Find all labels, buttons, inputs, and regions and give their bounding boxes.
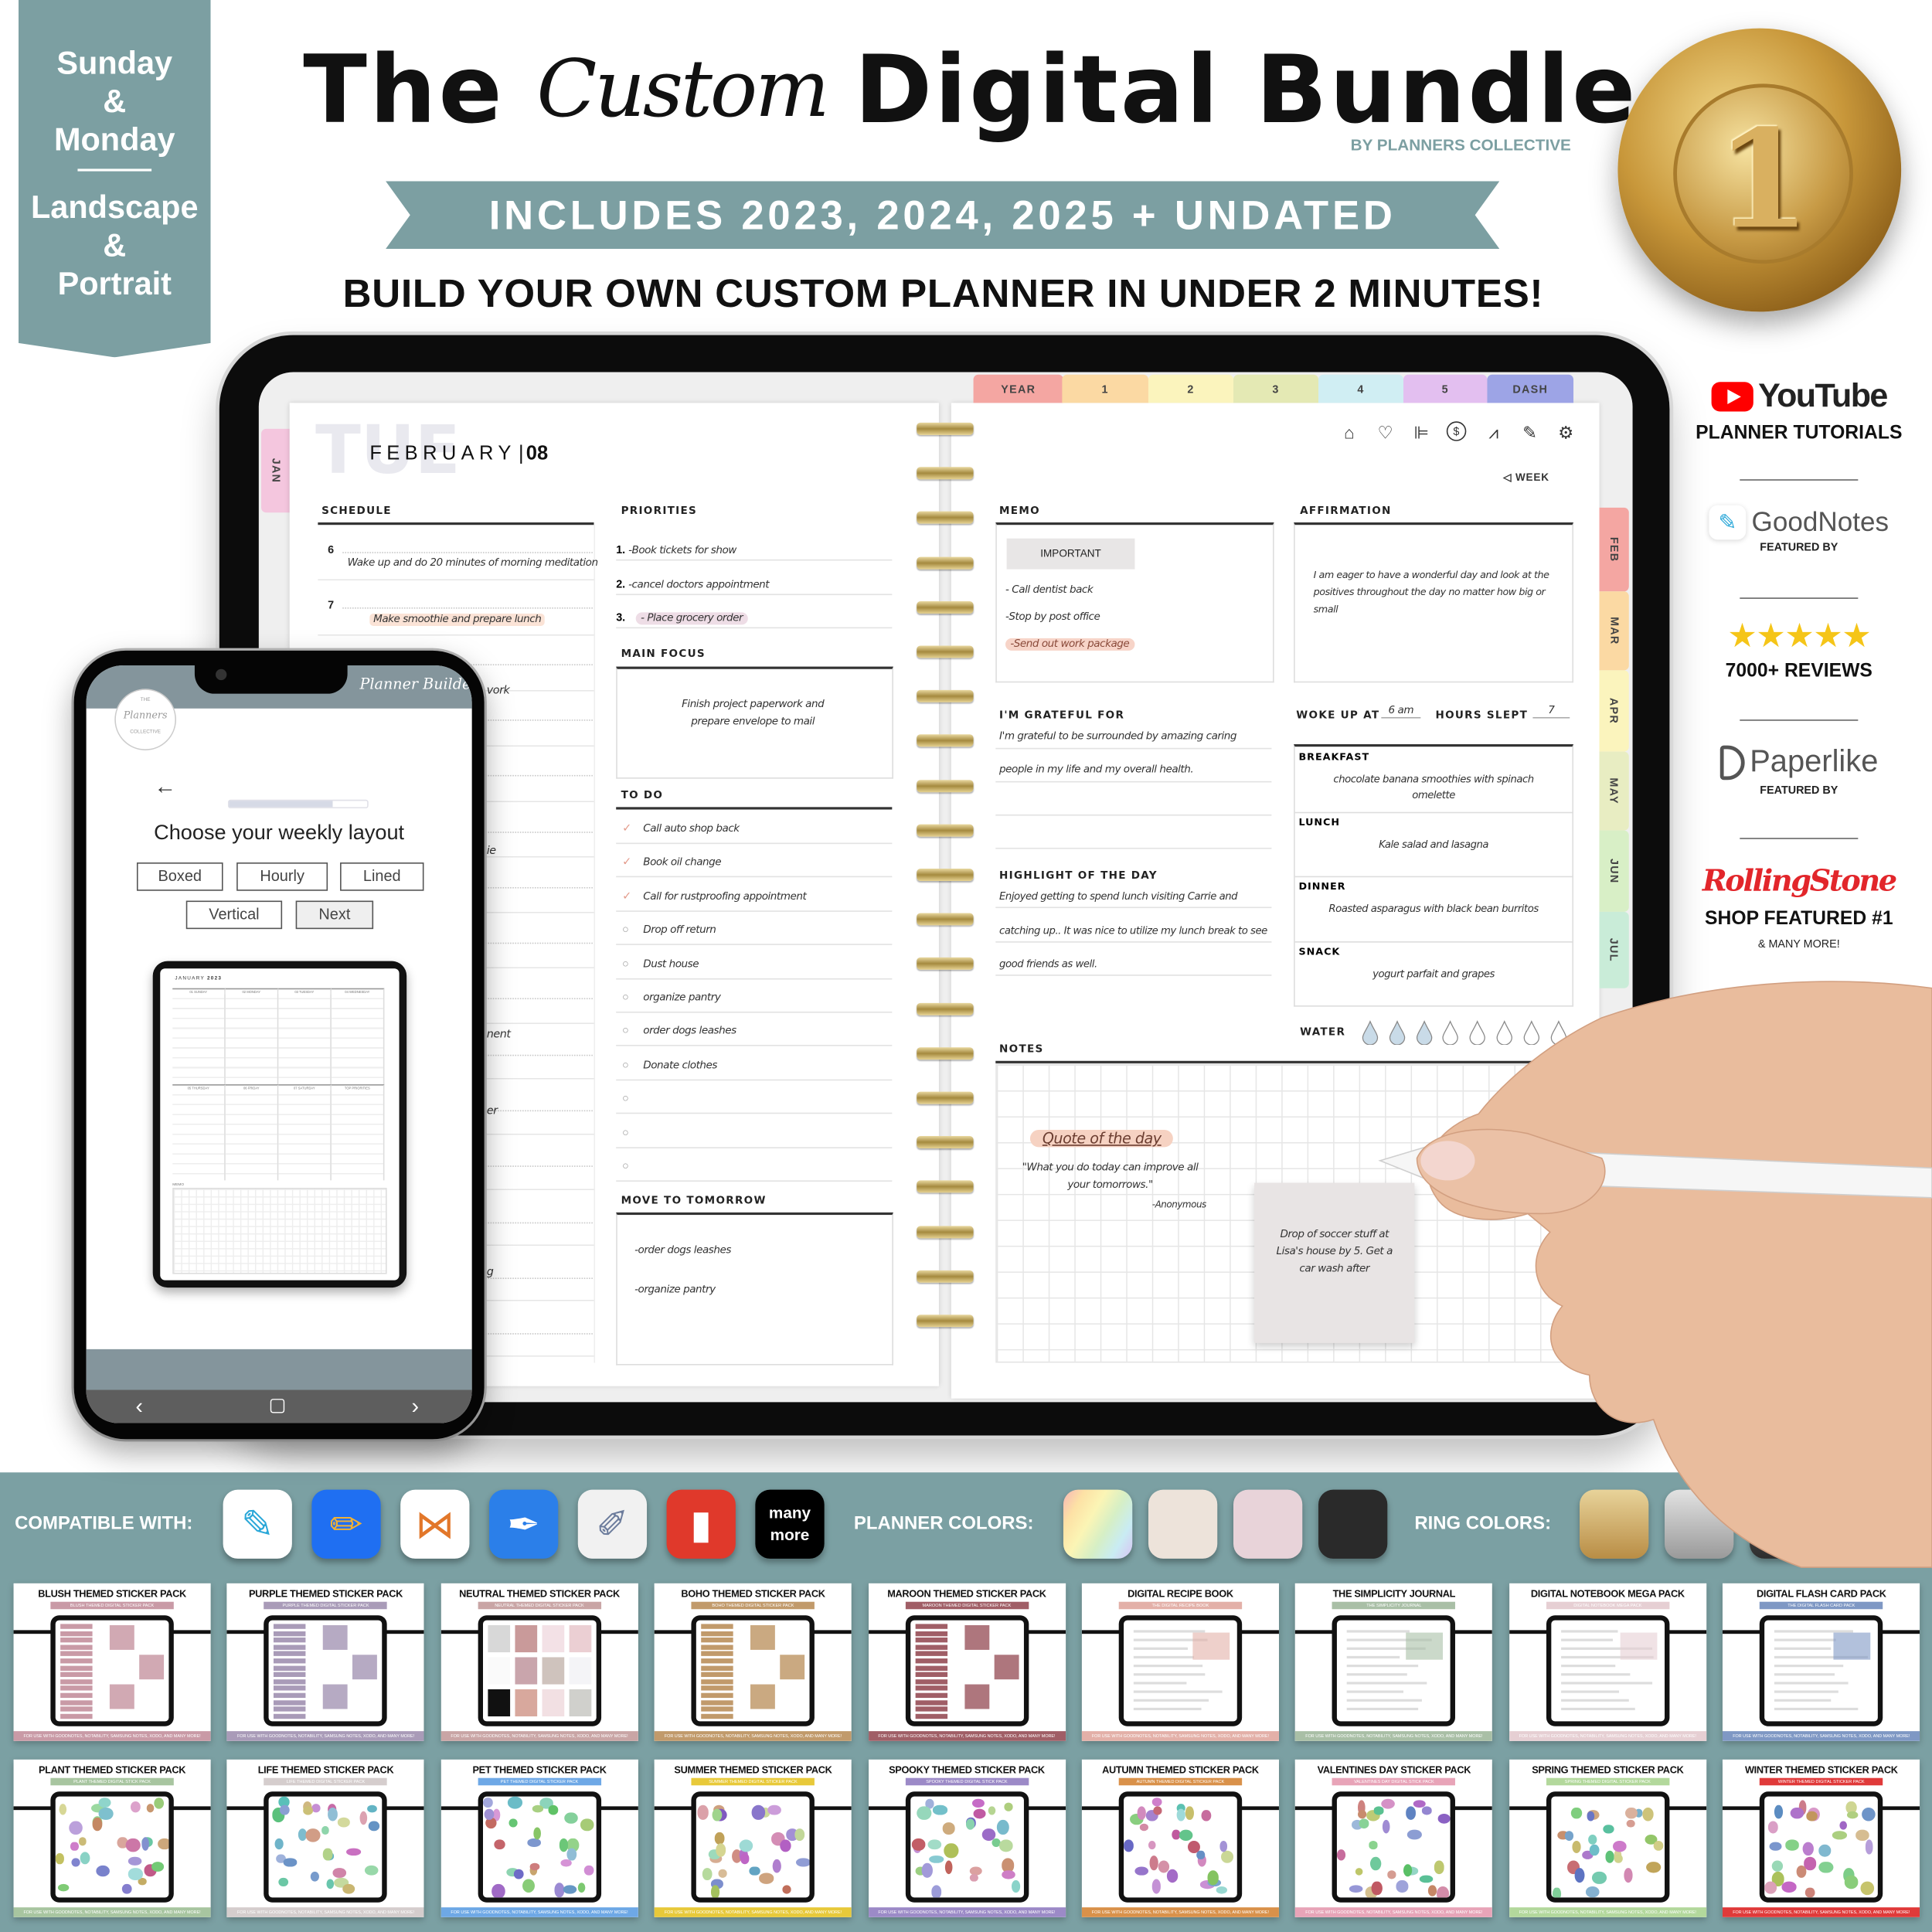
nav-forward-icon[interactable]: ›	[412, 1389, 420, 1421]
preview-day-cell: 06 FRIDAY	[225, 1084, 279, 1181]
preview-day-label: TOP PRIORITIES	[331, 1087, 383, 1091]
phone-nav-bar: ‹ ▢ ›	[86, 1389, 472, 1423]
preview-day-label: 07 SATURDAY	[278, 1087, 331, 1091]
preview-day-label: 03 TUESDAY	[278, 990, 331, 995]
back-arrow-icon[interactable]: ←	[154, 774, 176, 799]
option-lined[interactable]: Lined	[340, 862, 424, 891]
preview-day-label: 04 WEDNESDAY	[331, 990, 383, 995]
option-vertical[interactable]: Vertical	[185, 900, 283, 930]
preview-day-cell: 07 SATURDAY	[278, 1084, 332, 1181]
preview-day-label: 06 FRIDAY	[225, 1087, 277, 1091]
promo-canvas: Sunday & Monday Landscape & Portrait The…	[0, 0, 1932, 1932]
option-boxed[interactable]: Boxed	[136, 862, 223, 891]
thumbnail	[1420, 1141, 1475, 1181]
camera-icon	[216, 668, 227, 681]
hand-shape	[1427, 981, 1932, 1568]
phone-screen: Planner Builder THE Planners COLLECTIVE …	[86, 665, 472, 1423]
nav-back-icon[interactable]: ‹	[135, 1389, 143, 1421]
preview-memo: MEMO	[172, 1182, 185, 1187]
preview-day-cell: 02 MONDAY	[225, 988, 279, 1085]
phone-footer	[86, 1349, 472, 1390]
preview-day-cell: 01 SUNDAY	[172, 988, 226, 1085]
preview-day-label: 02 MONDAY	[225, 990, 277, 995]
planners-collective-logo: THE Planners COLLECTIVE	[114, 689, 176, 750]
preview-day-cell: 05 THURSDAY	[172, 1084, 226, 1181]
planner-builder-title: Planner Builder	[359, 675, 472, 693]
preview-day-label: 05 THURSDAY	[172, 1087, 225, 1091]
nav-home-icon[interactable]: ▢	[269, 1389, 287, 1421]
preview-memo-grid	[172, 1187, 387, 1274]
layout-preview: JANUARY 2023 01 SUNDAY 02 MONDAY 03 TUESDA…	[160, 968, 400, 1281]
preview-day-cell: 03 TUESDAY	[278, 988, 332, 1085]
preview-day-cell: 04 WEDNESDAY	[331, 988, 385, 1085]
preview-month: JANUARY 2023	[175, 975, 223, 981]
preview-day-cell: TOP PRIORITIES	[331, 1084, 385, 1181]
option-hourly[interactable]: Hourly	[236, 862, 328, 891]
preview-day-label: 01 SUNDAY	[172, 990, 225, 995]
layout-preview-tablet: JANUARY 2023 01 SUNDAY 02 MONDAY 03 TUESDA…	[152, 961, 407, 1288]
layout-question: Choose your weekly layout	[154, 820, 405, 845]
progress-fill	[229, 801, 333, 808]
next-button[interactable]: Next	[295, 900, 374, 930]
progress-bar	[227, 799, 369, 808]
